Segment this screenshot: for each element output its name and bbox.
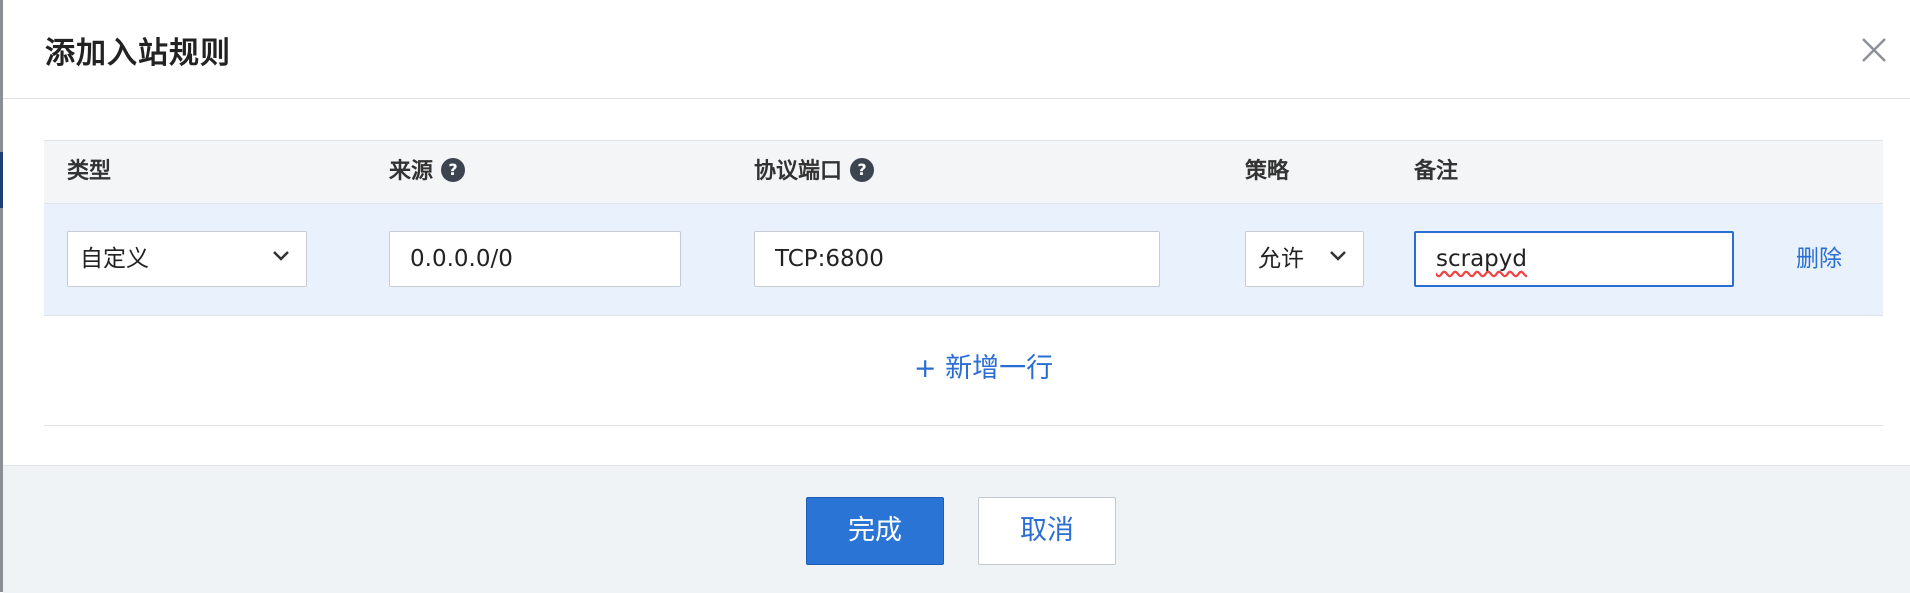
confirm-button[interactable]: 完成 <box>806 497 944 565</box>
close-icon <box>1862 38 1886 62</box>
dialog-header: 添加入站规则 <box>3 0 1910 99</box>
close-button[interactable] <box>1854 30 1894 70</box>
delete-row-link[interactable]: 删除 <box>1796 231 1842 287</box>
chevron-down-icon <box>273 251 289 261</box>
chevron-down-icon <box>1330 251 1346 261</box>
rules-table: 类型 来源? 协议端口? 策略 备注 自定义 0.0.0.0/0 TCP:680… <box>44 140 1883 426</box>
header-protocol-port-label: 协议端口 <box>754 159 843 184</box>
type-select-value: 自定义 <box>80 246 149 272</box>
header-source: 来源? <box>389 141 466 203</box>
help-icon[interactable]: ? <box>441 158 466 182</box>
header-note: 备注 <box>1414 159 1459 184</box>
dialog-title: 添加入站规则 <box>45 36 231 71</box>
type-select[interactable]: 自定义 <box>67 231 307 287</box>
protocol-port-input[interactable]: TCP:6800 <box>754 231 1160 287</box>
policy-select-value: 允许 <box>1258 246 1304 272</box>
cancel-button[interactable]: 取消 <box>978 497 1116 565</box>
add-row-link[interactable]: + 新增一行 <box>914 346 1053 385</box>
header-type: 类型 <box>67 159 112 184</box>
dialog-footer: 完成 取消 <box>3 465 1910 593</box>
header-protocol-port: 协议端口? <box>754 141 875 203</box>
source-input[interactable]: 0.0.0.0/0 <box>389 231 681 287</box>
header-policy: 策略 <box>1245 159 1290 184</box>
add-row-area: + 新增一行 <box>44 316 1883 426</box>
policy-select[interactable]: 允许 <box>1245 231 1364 287</box>
note-input-value: scrapyd <box>1436 246 1527 272</box>
table-row: 自定义 0.0.0.0/0 TCP:6800 允许 scrapyd 删除 <box>44 204 1883 316</box>
note-input[interactable]: scrapyd <box>1414 231 1734 287</box>
help-icon[interactable]: ? <box>850 158 875 182</box>
add-inbound-rule-dialog: 添加入站规则 类型 来源? 协议端口? 策略 备注 自定义 0.0.0.0/0 … <box>3 0 1910 593</box>
header-source-label: 来源 <box>389 159 434 184</box>
table-header: 类型 来源? 协议端口? 策略 备注 <box>44 140 1883 204</box>
